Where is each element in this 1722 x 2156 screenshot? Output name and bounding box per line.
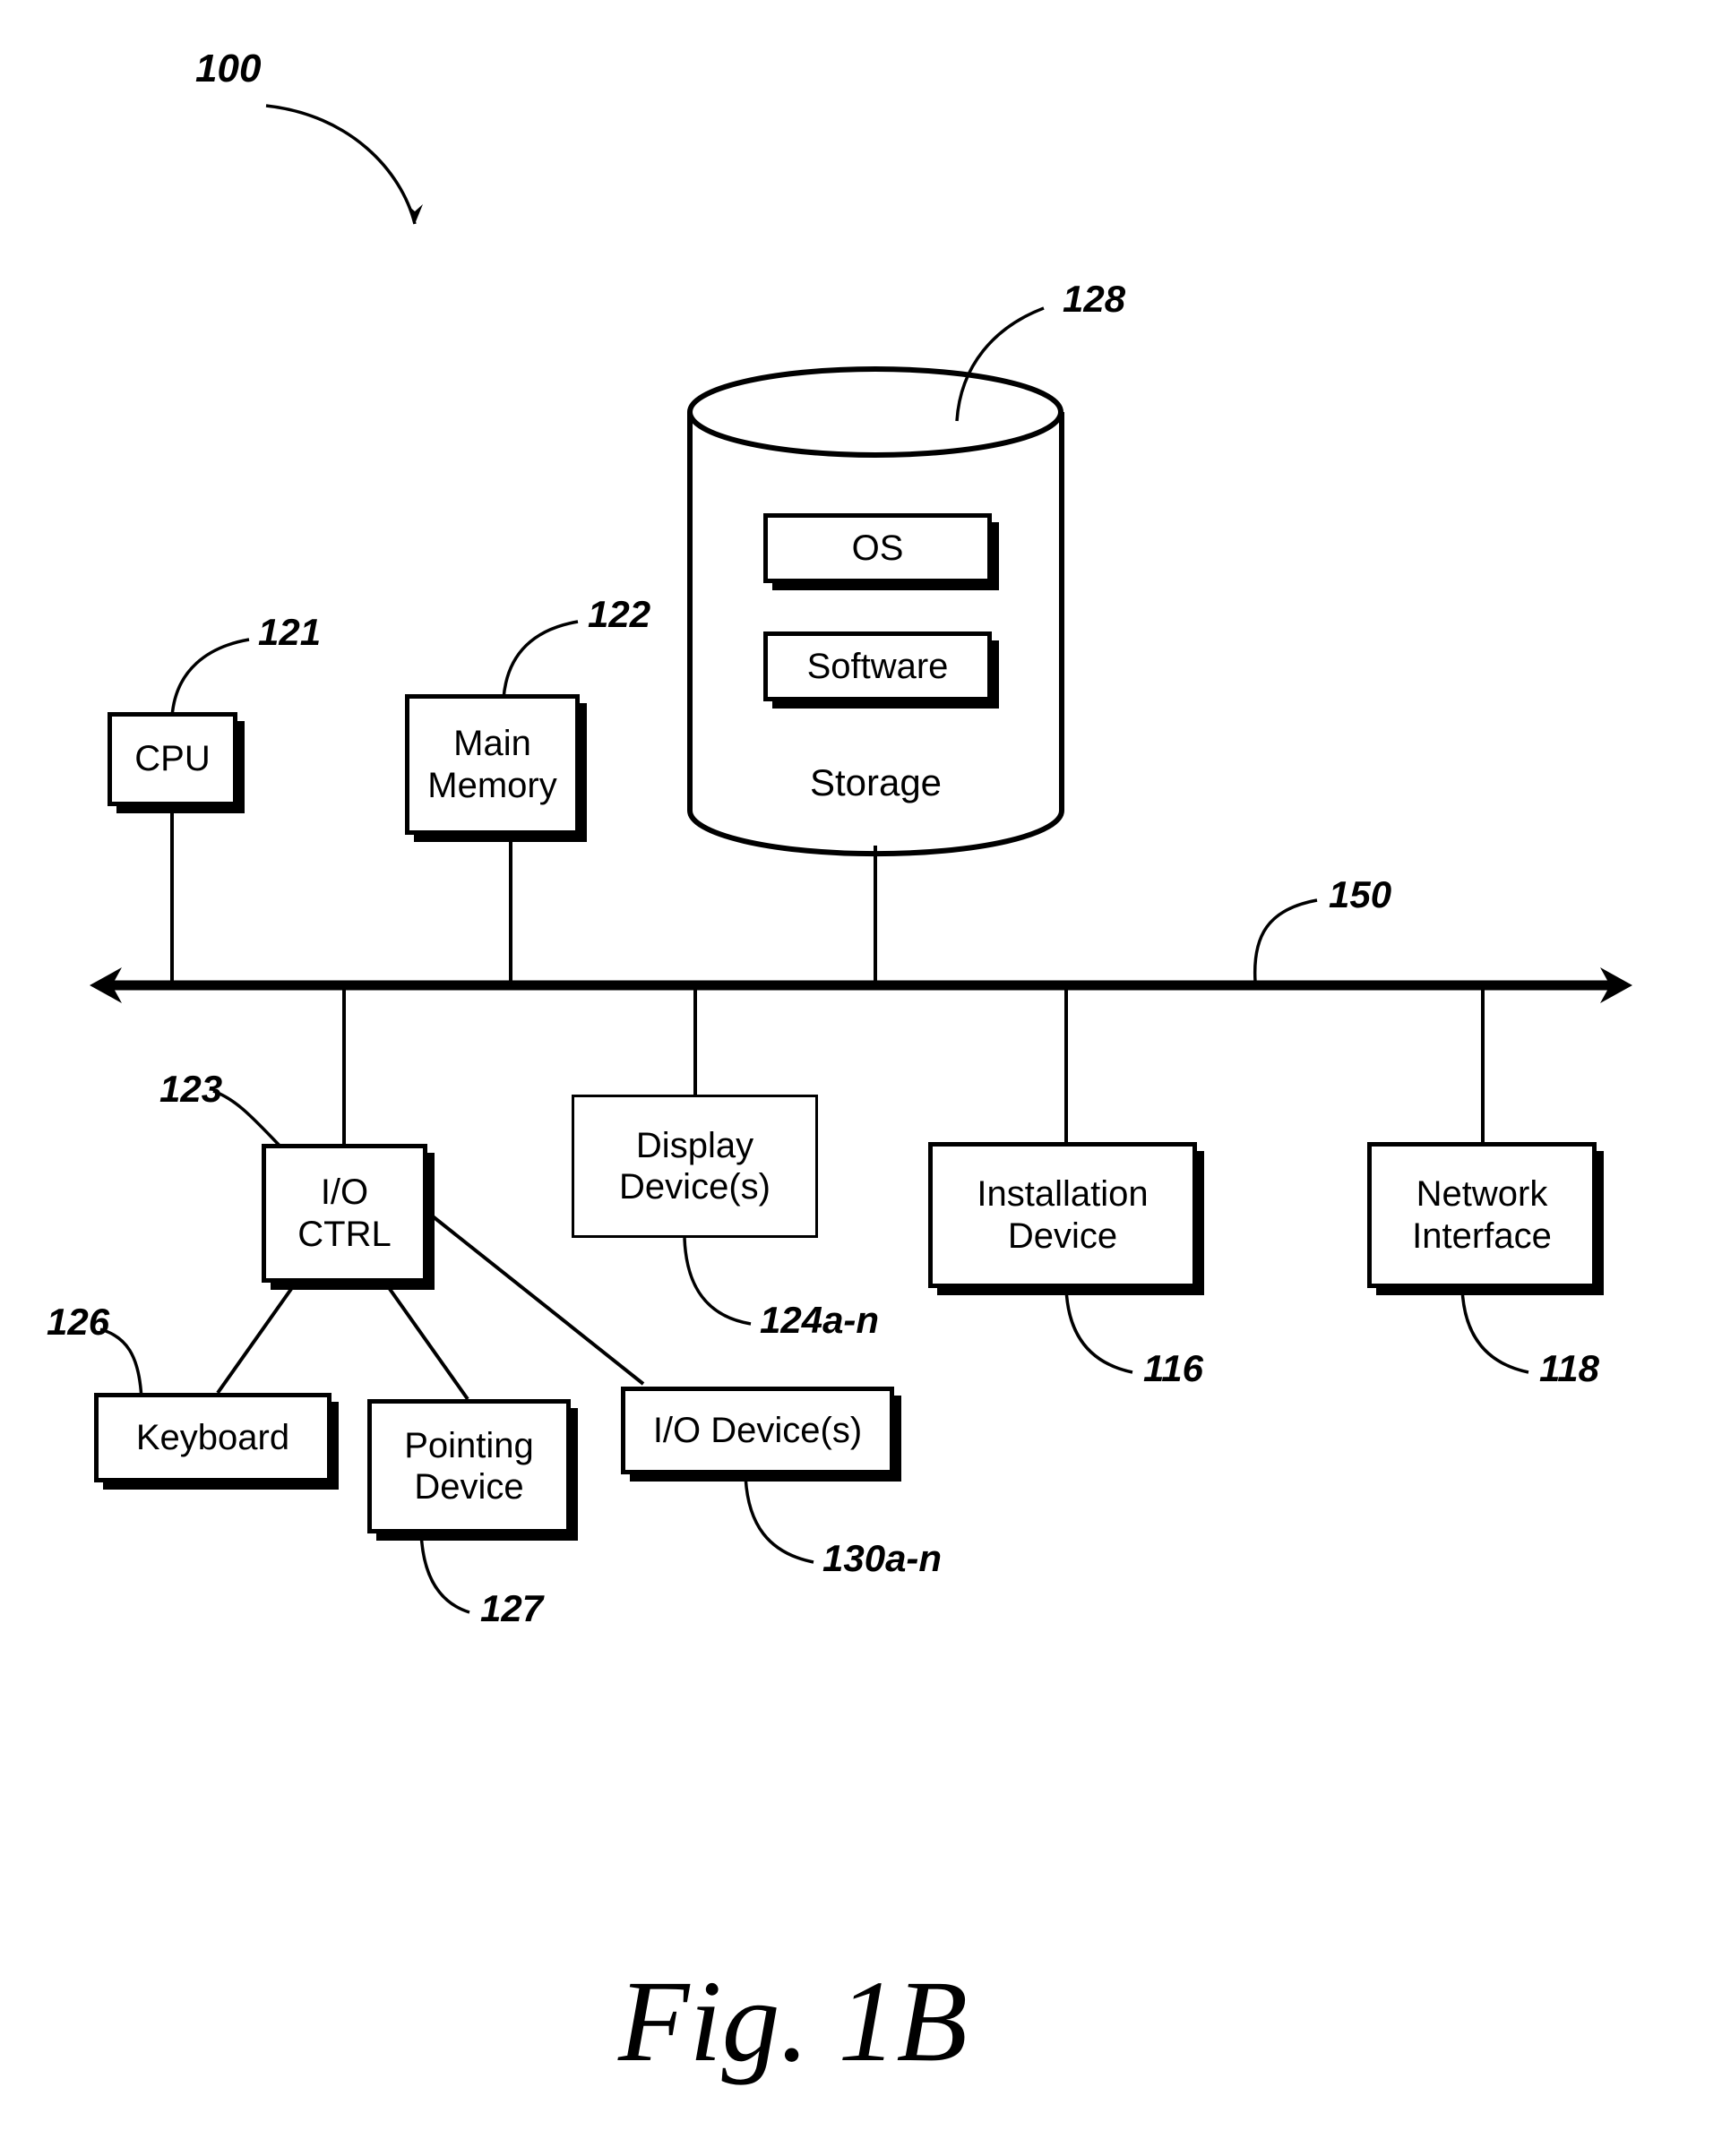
main-memory-label: Main Memory [422, 723, 562, 806]
network-interface-label-line1: Network [1416, 1174, 1548, 1215]
bus-ref-leader [1253, 898, 1318, 983]
pointing-device-label-line1: Pointing [404, 1425, 534, 1465]
pointing-device-label-line2: Device [414, 1467, 524, 1507]
display-device-label: Display Device(s) [614, 1125, 776, 1208]
pointing-device-label: Pointing Device [399, 1425, 539, 1508]
pointing-device-box: Pointing Device [367, 1399, 571, 1533]
main-memory-label-line2: Memory [427, 765, 557, 805]
keyboard-box: Keyboard [94, 1393, 331, 1482]
system-leader-arrow [265, 104, 423, 225]
figure-caption: Fig. 1B [618, 1957, 968, 2086]
installation-ref-leader [1064, 1287, 1133, 1374]
installation-device-label-line2: Device [1007, 1215, 1118, 1256]
keyboard-label: Keyboard [135, 1417, 290, 1457]
main-memory-box: Main Memory [405, 694, 580, 835]
ref-128-storage: 128 [1063, 278, 1126, 320]
storage-software-label: Software [806, 646, 949, 686]
patent-figure-page: 100 128 121 122 150 123 124a-n 116 118 1… [0, 0, 1722, 2156]
cpu-ref-leader [170, 638, 250, 717]
display-device-label-line2: Device(s) [619, 1167, 771, 1207]
storage-os-label: OS [851, 528, 904, 568]
system-bus-line [90, 967, 1632, 1003]
network-interface-box: Network Interface [1367, 1142, 1597, 1288]
io-devices-label: I/O Device(s) [652, 1410, 863, 1450]
connector-ioctrl-to-pointing [383, 1281, 469, 1401]
ref-130an-io-devices: 130a-n [822, 1537, 943, 1579]
display-ref-leader [683, 1237, 752, 1326]
ref-124an-display: 124a-n [760, 1299, 880, 1341]
ref-121-cpu: 121 [258, 611, 322, 653]
io-ctrl-label: I/O CTRL [292, 1172, 396, 1255]
ref-100: 100 [195, 47, 262, 90]
installation-device-box: Installation Device [928, 1142, 1197, 1288]
installation-device-label-line1: Installation [977, 1174, 1149, 1215]
iodevices-ref-leader [744, 1473, 814, 1564]
storage-os-box: OS [763, 513, 992, 583]
network-ref-leader [1460, 1287, 1529, 1374]
io-ctrl-label-line2: CTRL [297, 1214, 392, 1254]
ref-123-io-ctrl: 123 [159, 1068, 223, 1110]
display-device-box: Display Device(s) [572, 1095, 818, 1238]
display-device-label-line1: Display [635, 1125, 754, 1165]
installation-device-label: Installation Device [971, 1173, 1153, 1257]
ref-118-network: 118 [1539, 1347, 1599, 1389]
connector-ioctrl-to-iodevices [426, 1211, 645, 1386]
diagram-vector-layer [90, 104, 1632, 1614]
cpu-box: CPU [108, 712, 237, 806]
connector-ioctrl-to-keyboard [216, 1281, 297, 1395]
io-devices-box: I/O Device(s) [621, 1387, 894, 1474]
network-interface-label: Network Interface [1407, 1173, 1557, 1257]
io-ctrl-box: I/O CTRL [262, 1144, 427, 1283]
ref-126-keyboard: 126 [47, 1301, 110, 1343]
pointing-ref-leader [419, 1531, 470, 1614]
cpu-label: CPU [134, 739, 211, 779]
storage-label: Storage [809, 761, 943, 803]
ioctrl-ref-leader [212, 1089, 284, 1150]
io-ctrl-label-line1: I/O [320, 1172, 369, 1213]
ref-122-main-memory: 122 [588, 593, 651, 635]
memory-ref-leader [502, 620, 579, 700]
storage-software-box: Software [763, 631, 992, 701]
network-interface-label-line2: Interface [1412, 1215, 1552, 1256]
ref-116-installation: 116 [1143, 1347, 1203, 1389]
ref-127-pointing: 127 [480, 1587, 544, 1629]
main-memory-label-line1: Main [453, 724, 531, 764]
ref-150-bus: 150 [1329, 873, 1392, 915]
